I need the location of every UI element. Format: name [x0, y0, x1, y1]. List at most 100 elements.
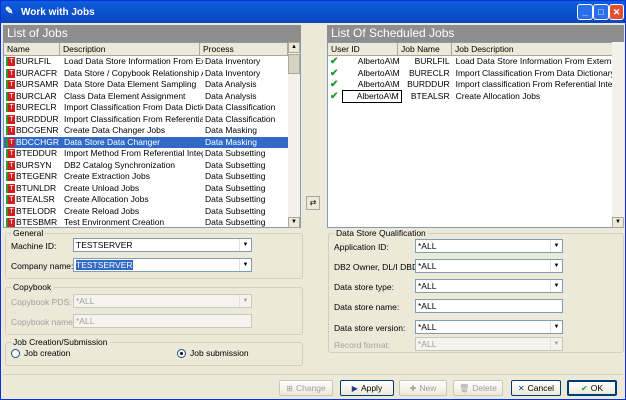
job-name-cell: BURECLR [408, 67, 450, 78]
job-process-cell: Data Subsetting [205, 194, 266, 204]
radio-icon [11, 348, 20, 358]
dropdown-arrow-icon[interactable]: ▼ [239, 295, 251, 307]
data-store-version-select[interactable]: *ALL ▼ [415, 320, 563, 334]
job-row[interactable]: T BDCGENR Create Data Changer Jobs Data Mas… [4, 125, 300, 137]
dropdown-arrow-icon[interactable]: ▼ [550, 240, 562, 252]
job-row[interactable]: T BURLFIL Load Data Store Information From… [4, 56, 300, 68]
job-description-cell: Create Allocation Jobs [455, 90, 541, 101]
job-description-cell: Create Extraction Jobs [64, 171, 150, 181]
job-name-text: BDCCHGR [16, 136, 59, 147]
column-header-job-description[interactable]: Job Description [452, 43, 623, 55]
new-icon: ✚ [409, 383, 417, 393]
jobs-scrollbar[interactable]: ▲ ▼ [288, 42, 300, 228]
scheduled-rows: ✔ AlbertoA\M BURLFIL Load Data Store Inform… [328, 56, 623, 103]
job-row[interactable]: T BTELODR Create Reload Jobs Data Subsettin… [4, 206, 300, 218]
scroll-thumb[interactable] [288, 54, 300, 74]
dropdown-arrow-icon[interactable]: ▼ [550, 260, 562, 272]
dropdown-arrow-icon[interactable]: ▼ [239, 259, 251, 271]
copybook-name-label: Copybook name: [11, 317, 76, 327]
job-row[interactable]: T BURSYN DB2 Catalog Synchronization Data S… [4, 160, 300, 172]
scroll-down-arrow-icon[interactable]: ▼ [612, 217, 624, 228]
delete-icon: 🗑 [459, 383, 470, 393]
column-header-job-name[interactable]: Job Name [398, 43, 452, 55]
job-row[interactable]: T BURCLAR Class Data Element Assignment Dat… [4, 91, 300, 103]
column-header-name[interactable]: Name [4, 43, 60, 55]
data-store-type-select[interactable]: *ALL ▼ [415, 279, 563, 293]
apply-icon: ▶ [351, 383, 358, 393]
job-row[interactable]: T BTUNLDR Create Unload Jobs Data Subsettin… [4, 183, 300, 195]
copybook-name-input[interactable]: *ALL [73, 314, 252, 328]
new-button[interactable]: ✚ New [399, 380, 447, 396]
scroll-down-arrow-icon[interactable]: ▼ [288, 217, 300, 228]
general-group-label: General [11, 228, 46, 238]
checkmark-icon: ✔ [330, 79, 339, 90]
title-bar[interactable]: ✎ Work with Jobs _ □ ✕ [1, 1, 625, 23]
change-button[interactable]: ⊞ Change [279, 380, 333, 396]
close-button[interactable]: ✕ [609, 4, 624, 20]
apply-button[interactable]: ▶ Apply [340, 380, 394, 396]
job-icon: T [6, 172, 15, 182]
job-name-text: BTEDDUR [16, 148, 58, 158]
scheduled-row[interactable]: ✔ AlbertoA\M BTEALSR Create Allocation Jobs [328, 89, 623, 103]
close-icon: ✕ [612, 7, 621, 17]
column-header-process[interactable]: Process [200, 43, 288, 55]
application-id-select[interactable]: *ALL ▼ [415, 239, 563, 253]
job-process-cell: Data Inventory [205, 67, 261, 78]
job-row[interactable]: T BTEALSR Create Allocation Jobs Data Subse… [4, 194, 300, 206]
record-format-select[interactable]: *ALL ▼ [415, 337, 563, 351]
job-row[interactable]: T BURACFR Data Store / Copybook Relationsh… [4, 68, 300, 80]
job-name-text: BTESBMR [16, 217, 58, 227]
column-header-user-id[interactable]: User ID [328, 43, 398, 55]
cancel-button[interactable]: ✕ Cancel [511, 380, 561, 396]
db2-owner-select[interactable]: *ALL ▼ [415, 259, 563, 273]
scheduled-row[interactable]: ✔ AlbertoA\M BURECLR Import Classification … [328, 68, 623, 80]
job-name-text: BTELODR [16, 205, 57, 216]
job-submission-radio[interactable]: Job submission [177, 348, 249, 358]
job-name-text: BTUNLDR [16, 182, 57, 193]
delete-button[interactable]: 🗑 Delete [453, 380, 503, 396]
job-name-cell: T BTUNLDR [4, 183, 62, 195]
jobs-grid-header: Name Description Process [4, 43, 300, 56]
scheduled-scrollbar[interactable]: ▼ [612, 42, 624, 228]
jobs-grid: Name Description Process T BURLFIL Load Da… [3, 42, 301, 228]
job-row[interactable]: T BDCCHGR Data Store Data Changer Data Mask… [4, 136, 300, 148]
window-title: Work with Jobs [21, 6, 95, 18]
dropdown-arrow-icon[interactable]: ▼ [239, 239, 251, 251]
copybook-pds-label: Copybook PDS: [11, 297, 72, 307]
job-name-cell: BURLFIL [414, 56, 450, 66]
job-icon: T [6, 195, 15, 205]
job-icon: T [6, 57, 15, 67]
minimize-icon: _ [582, 7, 588, 17]
user-id-cell: AlbertoA\M [357, 67, 400, 78]
machine-id-select[interactable]: TESTSERVER ▼ [73, 238, 252, 252]
job-row[interactable]: T BURSAMR Data Store Data Element Sampling… [4, 79, 300, 91]
scheduled-row[interactable]: ✔ AlbertoA\M BURLFIL Load Data Store Inform… [328, 56, 623, 68]
ok-button-label: OK [590, 383, 603, 393]
splitter-toggle-button[interactable]: ⇄ [306, 196, 320, 210]
scroll-up-arrow-icon[interactable]: ▲ [288, 42, 300, 53]
minimize-button[interactable]: _ [577, 4, 593, 20]
job-row[interactable]: T BTEGENR Create Extraction Jobs Data Subse… [4, 171, 300, 183]
data-store-name-input[interactable]: *ALL [415, 299, 563, 313]
job-row[interactable]: T BTEDDUR Import Method From Referential I… [4, 148, 300, 160]
checkmark-icon: ✔ [330, 56, 339, 67]
job-name-cell: T BTEALSR [4, 194, 62, 206]
ok-check-icon: ✔ [581, 383, 588, 393]
scheduled-grid-header: User ID Job Name Job Description [328, 43, 623, 56]
application-id-value: *ALL [418, 241, 437, 251]
job-description-cell: Load Data Store Information From Externa… [455, 56, 623, 66]
job-row[interactable]: T BURDDUR Import Classification From Refer… [4, 114, 300, 126]
column-header-description[interactable]: Description [60, 43, 200, 55]
maximize-button[interactable]: □ [593, 4, 609, 20]
dropdown-arrow-icon[interactable]: ▼ [550, 338, 562, 350]
job-creation-radio[interactable]: Job creation [11, 348, 70, 358]
dropdown-arrow-icon[interactable]: ▼ [550, 280, 562, 292]
job-description-cell: Import Method From Referential Integrity [64, 148, 203, 158]
dropdown-arrow-icon[interactable]: ▼ [550, 321, 562, 333]
job-row[interactable]: T BTESBMR Test Environment Creation Data Su… [4, 217, 300, 227]
ok-button[interactable]: ✔ OK [567, 380, 617, 396]
job-row[interactable]: T BURECLR Import Classification From Data … [4, 102, 300, 114]
copybook-pds-select[interactable]: *ALL ▼ [73, 294, 252, 308]
job-process-cell: Data Subsetting [205, 159, 266, 170]
company-name-select[interactable]: TESTSERVER ▼ [73, 258, 252, 272]
